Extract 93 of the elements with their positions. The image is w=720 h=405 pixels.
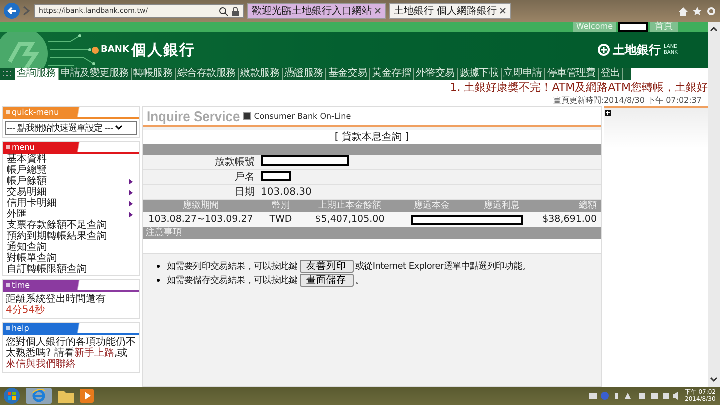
page-title: [ 貸款本息查詢 ]	[334, 130, 410, 144]
folder-icon[interactable]	[58, 389, 74, 403]
table-cell: TWD	[259, 212, 303, 227]
welcome-text: Welcome	[573, 22, 616, 32]
product-title: 個人銀行	[131, 40, 196, 60]
column-header: 應還本金	[397, 200, 467, 212]
note-text: 或從Internet Explorer選單中點選列印功能。	[356, 260, 531, 273]
nav-tab[interactable]: 基金交易	[326, 68, 370, 80]
countdown: 4分54秒	[6, 305, 46, 316]
update-time: 畫頁更新時間:2014/8/30 下午 07:02:37	[553, 95, 702, 106]
nav-tab[interactable]: 查詢服務	[15, 68, 59, 80]
scrollbar[interactable]	[708, 22, 720, 387]
lock-icon	[232, 6, 239, 16]
back-icon[interactable]	[4, 3, 20, 19]
column-header: 應還利息	[467, 200, 537, 212]
note-text: 如需要列印交易結果，可以按此鍵	[167, 260, 298, 273]
bank-name: 土地銀行	[613, 42, 661, 58]
redaction-box	[618, 22, 648, 32]
square-icon	[243, 112, 252, 120]
nav-tab[interactable]: 登出	[598, 68, 624, 80]
menu-item[interactable]: 信用卡明細	[3, 198, 139, 209]
menu-item[interactable]: 預約到期轉帳結果查詢	[3, 231, 139, 242]
news-ticker[interactable]: 1. 土銀好康獎不完！ATM及網路ATM您轉帳，土銀好	[450, 80, 708, 95]
table-cell: $38,691.00	[537, 212, 601, 227]
start-button-icon[interactable]	[4, 388, 20, 404]
menu-item[interactable]: 交易明細	[3, 187, 139, 198]
nav-tab[interactable]: 憑證服務	[282, 68, 326, 80]
search-icon	[219, 6, 228, 16]
nav-tab[interactable]: 數據下載	[458, 68, 502, 80]
nav-tab[interactable]: 轉帳服務	[132, 68, 176, 80]
nav-tab[interactable]: 停車管理費	[545, 68, 599, 80]
nav-tab[interactable]: 申請及變更服務	[58, 68, 132, 80]
menu-item[interactable]: 帳戶餘額	[3, 176, 139, 187]
menu-header: menu	[3, 142, 139, 154]
nav-tab[interactable]: 黃金存摺	[370, 68, 414, 80]
menu-item[interactable]: 支票存款餘額不足查詢	[3, 220, 139, 231]
plus-icon	[605, 110, 611, 116]
field-label: 戶名	[234, 170, 256, 184]
dot-icon	[92, 46, 99, 54]
time-header: time	[3, 280, 139, 292]
browser-tab[interactable]: 歡迎光臨土地銀行入口網站	[247, 3, 386, 19]
product-prefix: BANK	[101, 45, 130, 55]
field-label: 日期	[234, 186, 256, 199]
nav-tab[interactable]: 立即申請	[502, 68, 546, 80]
tab-title: 土地銀行 個人網路銀行	[394, 4, 498, 18]
settings-icon	[707, 6, 716, 16]
home-icon	[679, 6, 688, 16]
forward-icon	[23, 6, 31, 16]
menu-item[interactable]: 自訂轉帳限額查詢	[3, 264, 139, 275]
help-header: help	[3, 323, 139, 335]
menu-item[interactable]: 基本資料	[3, 154, 139, 165]
field-value: 103.08.30	[261, 186, 312, 198]
column-header: 上期止本金餘額	[303, 200, 397, 212]
guide-link[interactable]: 新手上路	[74, 348, 114, 359]
browser-icon[interactable]	[26, 388, 52, 404]
note-text: 如需要儲存交易結果，可以按此鍵	[167, 274, 298, 287]
chevron-down-icon	[710, 377, 718, 383]
table-cell: $5,407,105.00	[303, 212, 397, 227]
menu-item[interactable]: 通知查詢	[3, 242, 139, 253]
logout-timer-label: 距離系統登出時間還有	[6, 294, 107, 305]
nav-tab[interactable]: 外幣交易	[414, 68, 458, 80]
media-player-icon[interactable]	[80, 389, 94, 403]
browser-tab[interactable]: 土地銀行 個人網路銀行	[389, 3, 512, 19]
menu-item[interactable]: 對帳單查詢	[3, 253, 139, 264]
quick-menu-dropdown[interactable]: --- 點我開始快速選單設定 ---	[5, 121, 137, 135]
field-label: 放款帳號	[214, 156, 256, 169]
chevron-down-icon	[115, 125, 124, 131]
bullet-icon	[157, 265, 160, 268]
bank-logo-icon	[598, 44, 610, 56]
nav-tab[interactable]: 繳款服務	[238, 68, 283, 80]
notes-title: 注意事項	[146, 228, 182, 238]
quick-menu-header: quick-menu	[3, 107, 139, 119]
banner-title: Inquire Service	[147, 108, 240, 124]
close-icon[interactable]	[375, 8, 381, 14]
bullet-icon	[157, 279, 160, 282]
banner-subtitle: Consumer Bank On-Line	[254, 112, 352, 120]
help-text: 您對個人銀行的各項功能仍不太熟悉嗎? 請看新手上路,或 來信與我們聯絡	[5, 336, 137, 372]
chevron-up-icon	[710, 26, 718, 32]
note-text: 。	[356, 275, 364, 287]
column-header: 應繳期間	[143, 200, 259, 212]
column-header: 總額	[537, 200, 601, 212]
menu-item[interactable]: 外匯	[3, 209, 139, 220]
grip-icon	[3, 71, 12, 77]
tab-title: 歡迎光臨土地銀行入口網站	[252, 4, 372, 18]
nav-tab[interactable]: 綜合存款服務	[176, 68, 239, 80]
action-button[interactable]: 畫面儲存	[300, 274, 354, 287]
contact-link[interactable]: 來信與我們聯絡	[6, 359, 76, 370]
close-icon[interactable]	[500, 8, 506, 14]
star-icon	[693, 6, 702, 16]
table-cell: 103.08.27~103.09.27	[143, 212, 259, 227]
column-header: 幣別	[259, 200, 303, 212]
menu-item[interactable]: 帳戶總覽	[3, 165, 139, 176]
action-button[interactable]: 友善列印	[300, 260, 354, 273]
